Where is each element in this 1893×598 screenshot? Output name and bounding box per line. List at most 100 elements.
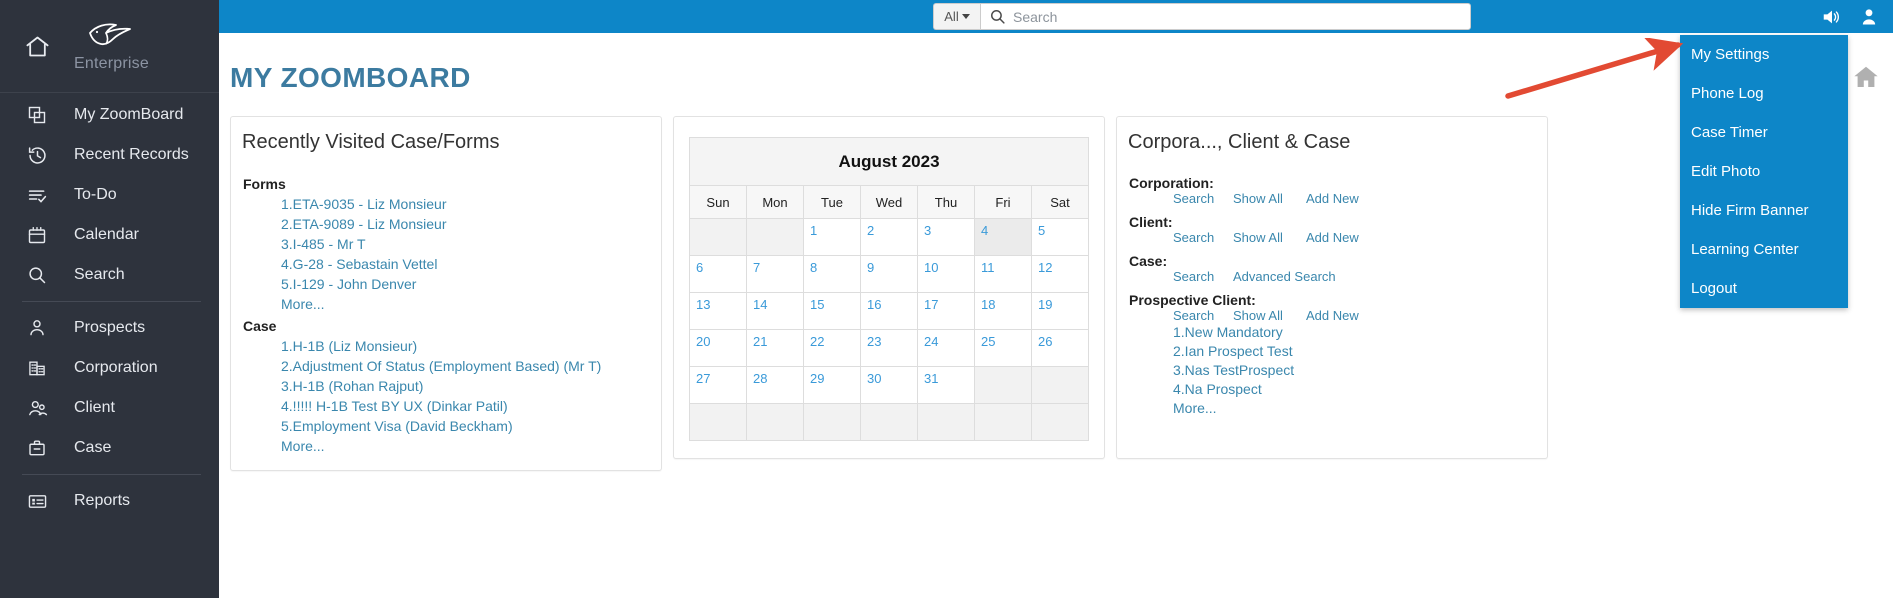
case-search-link[interactable]: Search bbox=[1173, 269, 1233, 284]
calendar-day-cell[interactable]: 19 bbox=[1031, 292, 1089, 330]
calendar-day-cell[interactable]: 16 bbox=[860, 292, 918, 330]
speaker-icon[interactable] bbox=[1821, 6, 1843, 28]
calendar-day-cell[interactable]: 8 bbox=[803, 255, 861, 293]
search-input[interactable] bbox=[1013, 8, 1453, 25]
list-item[interactable]: 2.ETA-9089 - Liz Monsieur bbox=[281, 214, 661, 234]
client-show-all-link[interactable]: Show All bbox=[1233, 230, 1306, 245]
corporation-add-new-link[interactable]: Add New bbox=[1306, 191, 1359, 206]
corporation-show-all-link[interactable]: Show All bbox=[1233, 191, 1306, 206]
sidebar-item-label: Case bbox=[74, 439, 112, 456]
calendar-day-cell[interactable]: 22 bbox=[803, 329, 861, 367]
brand-header[interactable]: Enterprise bbox=[0, 0, 219, 93]
people-icon bbox=[0, 398, 74, 419]
search-scope-dropdown[interactable]: All bbox=[933, 3, 980, 30]
user-avatar-icon[interactable] bbox=[1859, 6, 1879, 28]
list-item[interactable]: 1.New Mandatory bbox=[1173, 323, 1547, 342]
menu-item-logout[interactable]: Logout bbox=[1680, 269, 1848, 308]
list-item[interactable]: 4.!!!!! H-1B Test BY UX (Dinkar Patil) bbox=[281, 396, 661, 416]
list-item[interactable]: 4.Na Prospect bbox=[1173, 380, 1547, 399]
list-item[interactable]: 2.Adjustment Of Status (Employment Based… bbox=[281, 356, 661, 376]
dow-cell: Thu bbox=[917, 185, 975, 219]
calendar-day-cell[interactable]: 20 bbox=[689, 329, 747, 367]
list-item[interactable]: 5.Employment Visa (David Beckham) bbox=[281, 416, 661, 436]
sidebar-item-search[interactable]: Search bbox=[0, 255, 219, 295]
forms-link-list: 1.ETA-9035 - Liz Monsieur 2.ETA-9089 - L… bbox=[243, 194, 661, 314]
calendar-day-cell[interactable]: 1 bbox=[803, 218, 861, 256]
menu-item-case-timer[interactable]: Case Timer bbox=[1680, 113, 1848, 152]
calendar-day-cell[interactable]: 17 bbox=[917, 292, 975, 330]
home-icon[interactable] bbox=[0, 33, 74, 60]
list-item[interactable]: 5.I-129 - John Denver bbox=[281, 274, 661, 294]
list-item[interactable]: 3.H-1B (Rohan Rajput) bbox=[281, 376, 661, 396]
menu-item-edit-photo[interactable]: Edit Photo bbox=[1680, 152, 1848, 191]
forms-more-link[interactable]: More... bbox=[281, 294, 661, 314]
sidebar-item-corporation[interactable]: Corporation bbox=[0, 348, 219, 388]
client-add-new-link[interactable]: Add New bbox=[1306, 230, 1359, 245]
calendar-day-cell[interactable]: 6 bbox=[689, 255, 747, 293]
building-icon bbox=[0, 358, 74, 378]
calendar-day-cell[interactable]: 18 bbox=[974, 292, 1032, 330]
menu-item-my-settings[interactable]: My Settings bbox=[1680, 35, 1848, 74]
calendar-day-cell[interactable]: 23 bbox=[860, 329, 918, 367]
calendar-day-cell[interactable]: 9 bbox=[860, 255, 918, 293]
calendar-day-cell[interactable]: 26 bbox=[1031, 329, 1089, 367]
calendar-day-cell[interactable]: 15 bbox=[803, 292, 861, 330]
user-dropdown-menu: My Settings Phone Log Case Timer Edit Ph… bbox=[1680, 35, 1848, 308]
list-item[interactable]: 3.Nas TestProspect bbox=[1173, 361, 1547, 380]
home-icon[interactable] bbox=[1852, 63, 1880, 91]
search-box[interactable] bbox=[980, 3, 1471, 30]
case-advanced-search-link[interactable]: Advanced Search bbox=[1233, 269, 1336, 284]
sidebar-item-calendar[interactable]: Calendar bbox=[0, 215, 219, 255]
calendar-day-cell[interactable]: 10 bbox=[917, 255, 975, 293]
list-item[interactable]: 4.G-28 - Sebastain Vettel bbox=[281, 254, 661, 274]
calendar-day-cell[interactable]: 28 bbox=[746, 366, 804, 404]
dow-cell: Sun bbox=[689, 185, 747, 219]
calendar-day-cell[interactable]: 30 bbox=[860, 366, 918, 404]
sidebar-divider-2 bbox=[22, 474, 201, 475]
calendar-day-cell[interactable]: 12 bbox=[1031, 255, 1089, 293]
calendar-day-cell[interactable]: 29 bbox=[803, 366, 861, 404]
sidebar-item-client[interactable]: Client bbox=[0, 388, 219, 428]
menu-item-phone-log[interactable]: Phone Log bbox=[1680, 74, 1848, 113]
case-more-link[interactable]: More... bbox=[281, 436, 661, 456]
list-item[interactable]: 1.ETA-9035 - Liz Monsieur bbox=[281, 194, 661, 214]
calendar-day-cell[interactable]: 7 bbox=[746, 255, 804, 293]
menu-item-hide-firm-banner[interactable]: Hide Firm Banner bbox=[1680, 191, 1848, 230]
calendar-day-cell[interactable]: 13 bbox=[689, 292, 747, 330]
client-search-link[interactable]: Search bbox=[1173, 230, 1233, 245]
search-icon bbox=[989, 8, 1006, 25]
prospective-show-all-link[interactable]: Show All bbox=[1233, 308, 1306, 323]
prospective-search-link[interactable]: Search bbox=[1173, 308, 1233, 323]
calendar-day-cell[interactable]: 5 bbox=[1031, 218, 1089, 256]
sidebar-nav: My ZoomBoard Recent Records To-Do Calend… bbox=[0, 93, 219, 521]
calendar-day-cell bbox=[689, 403, 747, 441]
sidebar-item-reports[interactable]: Reports bbox=[0, 481, 219, 521]
list-item[interactable]: 2.Ian Prospect Test bbox=[1173, 342, 1547, 361]
calendar-day-cell[interactable]: 11 bbox=[974, 255, 1032, 293]
calendar-day-cell[interactable]: 24 bbox=[917, 329, 975, 367]
calendar-day-cell[interactable]: 27 bbox=[689, 366, 747, 404]
clock-history-icon bbox=[0, 145, 74, 166]
prospective-add-new-link[interactable]: Add New bbox=[1306, 308, 1359, 323]
list-item[interactable]: 1.H-1B (Liz Monsieur) bbox=[281, 336, 661, 356]
calendar-day-cell[interactable]: 2 bbox=[860, 218, 918, 256]
list-item[interactable]: 3.I-485 - Mr T bbox=[281, 234, 661, 254]
sidebar-item-recent-records[interactable]: Recent Records bbox=[0, 135, 219, 175]
calendar-day-cell[interactable]: 14 bbox=[746, 292, 804, 330]
calendar-day-cell[interactable]: 3 bbox=[917, 218, 975, 256]
sidebar-item-to-do[interactable]: To-Do bbox=[0, 175, 219, 215]
menu-item-learning-center[interactable]: Learning Center bbox=[1680, 230, 1848, 269]
calendar-day-cell[interactable]: 21 bbox=[746, 329, 804, 367]
sidebar-item-prospects[interactable]: Prospects bbox=[0, 308, 219, 348]
calendar-day-cell[interactable]: 25 bbox=[974, 329, 1032, 367]
corporation-search-link[interactable]: Search bbox=[1173, 191, 1233, 206]
corporation-label: Corporation: bbox=[1129, 175, 1214, 191]
sidebar-item-my-zoomboard[interactable]: My ZoomBoard bbox=[0, 95, 219, 135]
calendar-table: August 2023 Sun Mon Tue Wed Thu Fri Sat bbox=[689, 137, 1089, 441]
prospects-more-link[interactable]: More... bbox=[1173, 399, 1547, 418]
calendar-day-cell-today[interactable]: 4 bbox=[974, 218, 1032, 256]
bird-logo-icon bbox=[89, 23, 132, 46]
calendar-day-cell[interactable]: 31 bbox=[917, 366, 975, 404]
sidebar-item-case[interactable]: Case bbox=[0, 428, 219, 468]
dow-cell: Mon bbox=[746, 185, 804, 219]
